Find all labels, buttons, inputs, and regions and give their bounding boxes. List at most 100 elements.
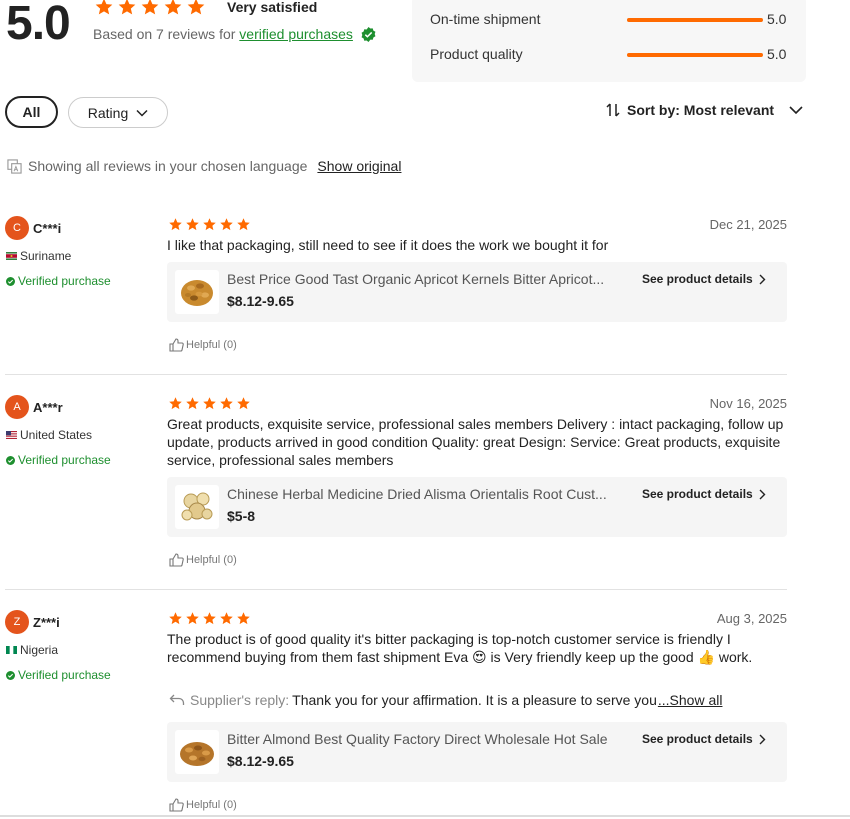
star-icon bbox=[169, 218, 182, 231]
nigeria-flag-icon bbox=[6, 646, 17, 654]
translate-icon bbox=[7, 158, 22, 174]
verified-purchase: Verified purchase bbox=[6, 668, 111, 682]
star-icon bbox=[237, 218, 250, 231]
star-icon bbox=[203, 397, 216, 410]
filter-all-button[interactable]: All bbox=[5, 96, 58, 128]
rating-summary: 5.0 Very satisfied Based on 7 reviews fo… bbox=[6, 0, 406, 52]
divider bbox=[5, 589, 787, 590]
helpful-button[interactable]: Helpful (0) bbox=[169, 798, 237, 812]
metrics-panel: On-time shipment 5.0 Product quality 5.0 bbox=[412, 0, 806, 82]
review-stars bbox=[168, 611, 251, 626]
thumbs-up-icon bbox=[169, 798, 184, 812]
star-icon bbox=[220, 218, 233, 231]
helpful-button[interactable]: Helpful (0) bbox=[169, 338, 237, 352]
review-stars bbox=[168, 396, 251, 411]
product-card[interactable]: Chinese Herbal Medicine Dried Alisma Ori… bbox=[167, 477, 787, 537]
reviewer-name: A***r bbox=[33, 400, 63, 415]
metric-label: On-time shipment bbox=[430, 11, 541, 27]
country-name: Nigeria bbox=[20, 643, 59, 657]
metric-bar-fill bbox=[627, 18, 763, 22]
star-icon bbox=[237, 397, 250, 410]
language-notice: Showing all reviews in your chosen langu… bbox=[7, 158, 401, 174]
review-text: I like that packaging, still need to see… bbox=[167, 237, 609, 253]
metric-label: Product quality bbox=[430, 46, 523, 62]
verified-icon bbox=[6, 276, 15, 286]
review-date: Dec 21, 2025 bbox=[709, 217, 787, 232]
review-date: Nov 16, 2025 bbox=[709, 396, 787, 411]
see-product-details-link[interactable]: See product details bbox=[642, 732, 766, 746]
thumbs-up-icon bbox=[169, 553, 184, 567]
suriname-flag-icon bbox=[6, 252, 17, 260]
review-text: Great products, exquisite service, profe… bbox=[167, 416, 784, 468]
chevron-right-icon bbox=[759, 274, 766, 284]
show-all-link[interactable]: ...Show all bbox=[658, 692, 723, 708]
product-thumbnail bbox=[175, 730, 219, 774]
product-price: $5-8 bbox=[227, 508, 256, 524]
filter-rating-dropdown[interactable]: Rating bbox=[68, 97, 168, 128]
avatar: A bbox=[5, 395, 29, 419]
bitter-almond-image bbox=[180, 742, 214, 766]
metric-on-time-shipment: On-time shipment 5.0 bbox=[430, 11, 790, 27]
product-thumbnail bbox=[175, 485, 219, 529]
star-icon bbox=[186, 397, 199, 410]
star-icon bbox=[186, 218, 199, 231]
avatar: C bbox=[5, 216, 29, 240]
star-icon bbox=[203, 218, 216, 231]
metric-bar bbox=[627, 53, 763, 57]
avatar: Z bbox=[5, 610, 29, 634]
see-product-details-link[interactable]: See product details bbox=[642, 272, 766, 286]
star-icon bbox=[141, 0, 159, 15]
chevron-down-icon bbox=[789, 106, 803, 115]
product-card[interactable]: Best Price Good Tast Organic Apricot Ker… bbox=[167, 262, 787, 322]
verified-icon bbox=[6, 670, 15, 680]
helpful-label: Helpful (0) bbox=[186, 799, 237, 811]
star-icon bbox=[169, 612, 182, 625]
verified-icon bbox=[6, 455, 15, 465]
product-price: $8.12-9.65 bbox=[227, 753, 294, 769]
metric-value: 5.0 bbox=[767, 11, 787, 27]
product-title[interactable]: Bitter Almond Best Quality Factory Direc… bbox=[227, 731, 632, 747]
details-label: See product details bbox=[642, 272, 753, 286]
metric-value: 5.0 bbox=[767, 46, 787, 62]
helpful-button[interactable]: Helpful (0) bbox=[169, 553, 237, 567]
verified-label: Verified purchase bbox=[18, 668, 111, 682]
review-date: Aug 3, 2025 bbox=[716, 611, 787, 626]
sort-dropdown[interactable]: Sort by: Most relevant bbox=[605, 102, 804, 118]
chevron-right-icon bbox=[759, 489, 766, 499]
star-icon bbox=[187, 0, 205, 15]
review-stars bbox=[168, 217, 251, 232]
verified-label: Verified purchase bbox=[18, 274, 111, 288]
language-text: Showing all reviews in your chosen langu… bbox=[28, 158, 308, 174]
based-on-prefix: Based on 7 reviews for bbox=[93, 26, 236, 42]
thumbs-up-icon bbox=[169, 338, 184, 352]
metric-bar bbox=[627, 18, 763, 22]
based-on-text: Based on 7 reviews for verified purchase… bbox=[93, 26, 376, 42]
helpful-label: Helpful (0) bbox=[186, 339, 237, 351]
star-icon bbox=[169, 397, 182, 410]
star-icon bbox=[164, 0, 182, 15]
verified-label: Verified purchase bbox=[18, 453, 111, 467]
star-icon bbox=[118, 0, 136, 15]
reply-text: Thank you for your affirmation. It is a … bbox=[292, 692, 657, 708]
summary-stars bbox=[94, 0, 206, 17]
reviewer-country: Suriname bbox=[6, 249, 71, 263]
metric-bar-fill bbox=[627, 53, 763, 57]
filter-rating-label: Rating bbox=[87, 104, 129, 121]
star-icon bbox=[220, 612, 233, 625]
helpful-label: Helpful (0) bbox=[186, 554, 237, 566]
verified-purchases-link[interactable]: verified purchases bbox=[239, 26, 353, 42]
chevron-right-icon bbox=[759, 734, 766, 744]
star-icon bbox=[203, 612, 216, 625]
show-original-link[interactable]: Show original bbox=[317, 158, 401, 174]
review-text: The product is of good quality it's bitt… bbox=[167, 631, 753, 665]
reply-icon bbox=[169, 694, 185, 705]
star-icon bbox=[237, 612, 250, 625]
product-title[interactable]: Best Price Good Tast Organic Apricot Ker… bbox=[227, 271, 632, 287]
details-label: See product details bbox=[642, 487, 753, 501]
metric-product-quality: Product quality 5.0 bbox=[430, 46, 790, 62]
see-product-details-link[interactable]: See product details bbox=[642, 487, 766, 501]
supplier-reply: Supplier's reply: Thank you for your aff… bbox=[169, 692, 789, 708]
product-title[interactable]: Chinese Herbal Medicine Dried Alisma Ori… bbox=[227, 486, 632, 502]
us-flag-icon bbox=[6, 431, 17, 439]
product-card[interactable]: Bitter Almond Best Quality Factory Direc… bbox=[167, 722, 787, 782]
